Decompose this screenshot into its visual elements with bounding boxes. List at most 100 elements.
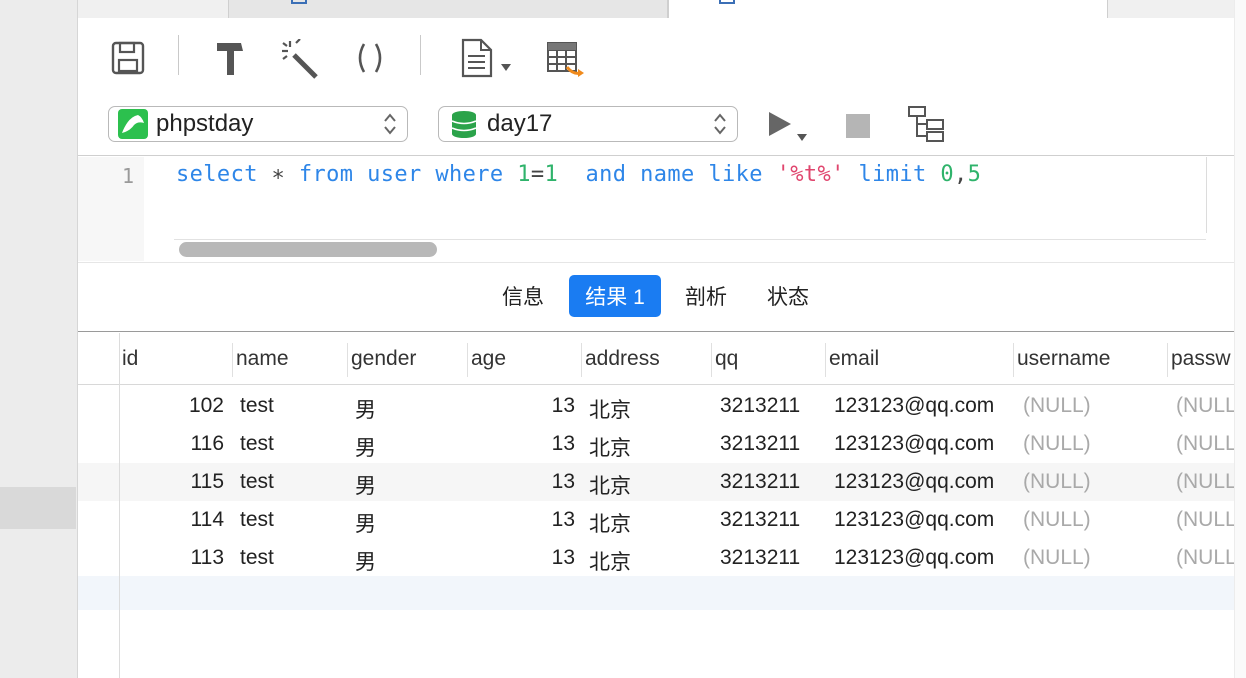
cell-gender[interactable]: 男: [355, 508, 376, 538]
cell-qq[interactable]: 3213211: [720, 470, 800, 494]
cell-name[interactable]: test: [240, 470, 274, 494]
run-button[interactable]: [762, 108, 812, 144]
cell-username[interactable]: (NULL): [1023, 394, 1091, 418]
parentheses-icon[interactable]: [350, 38, 390, 78]
table-export-icon[interactable]: [544, 38, 588, 80]
cell-age[interactable]: 13: [471, 470, 575, 494]
sql-token: 1: [544, 162, 559, 187]
cell-gender[interactable]: 男: [355, 432, 376, 462]
cell-email[interactable]: 123123@qq.com: [834, 470, 994, 494]
tab-strip: [78, 0, 1234, 18]
horizontal-scrollbar[interactable]: [174, 239, 1206, 257]
right-scroll-edge: [1234, 0, 1246, 678]
cell-age[interactable]: 13: [471, 432, 575, 456]
tab-query-1[interactable]: [228, 0, 668, 18]
table-row[interactable]: 114 test 男 13 北京 3213211 123123@qq.com (…: [78, 501, 1234, 539]
cell-address[interactable]: 北京: [589, 432, 631, 462]
cell-id[interactable]: 102: [122, 394, 224, 418]
explain-button[interactable]: [906, 104, 948, 144]
table-row[interactable]: 113 test 男 13 北京 3213211 123123@qq.com (…: [78, 539, 1234, 577]
cell-username[interactable]: (NULL): [1023, 508, 1091, 532]
cell-gender[interactable]: 男: [355, 470, 376, 500]
cell-email[interactable]: 123123@qq.com: [834, 508, 994, 532]
cell-name[interactable]: test: [240, 432, 274, 456]
tab-result-1[interactable]: 结果 1: [569, 275, 661, 317]
column-header-name[interactable]: name: [236, 347, 289, 371]
column-header-id[interactable]: id: [122, 347, 138, 371]
scrollbar-thumb[interactable]: [179, 242, 437, 257]
magic-wand-icon[interactable]: [278, 38, 322, 80]
cell-password[interactable]: (NULL: [1176, 394, 1234, 418]
cell-address[interactable]: 北京: [589, 508, 631, 538]
cell-id[interactable]: 116: [122, 432, 224, 456]
cell-email[interactable]: 123123@qq.com: [834, 546, 994, 570]
document-icon[interactable]: [456, 36, 516, 80]
column-header-address[interactable]: address: [585, 347, 660, 371]
cell-age[interactable]: 13: [471, 394, 575, 418]
cell-name[interactable]: test: [240, 394, 274, 418]
table-row[interactable]: 116 test 男 13 北京 3213211 123123@qq.com (…: [78, 425, 1234, 463]
cell-email[interactable]: 123123@qq.com: [834, 394, 994, 418]
cell-username[interactable]: (NULL): [1023, 546, 1091, 570]
save-icon[interactable]: [108, 38, 148, 78]
build-icon[interactable]: [210, 38, 250, 78]
updown-chevron-icon: [384, 113, 396, 135]
connection-select[interactable]: phpstday: [108, 106, 408, 142]
column-header-password[interactable]: passw: [1171, 347, 1231, 371]
sql-token: =: [530, 162, 545, 187]
cell-qq[interactable]: 3213211: [720, 394, 800, 418]
cell-name[interactable]: test: [240, 508, 274, 532]
cell-email[interactable]: 123123@qq.com: [834, 432, 994, 456]
table-row[interactable]: 102 test 男 13 北京 3213211 123123@qq.com (…: [78, 387, 1234, 425]
cell-password[interactable]: (NULL: [1176, 432, 1234, 456]
database-select[interactable]: day17: [438, 106, 738, 142]
sql-token: '%t%': [776, 162, 845, 187]
sidebar-selected-item[interactable]: [0, 487, 76, 529]
cell-age[interactable]: 13: [471, 546, 575, 570]
column-header-gender[interactable]: gender: [351, 347, 416, 371]
table-icon: [719, 0, 735, 4]
empty-row[interactable]: [78, 576, 1234, 610]
cell-address[interactable]: 北京: [589, 470, 631, 500]
cell-password[interactable]: (NULL: [1176, 546, 1234, 570]
sql-token: from: [298, 162, 354, 187]
cell-password[interactable]: (NULL: [1176, 470, 1234, 494]
cell-username[interactable]: (NULL): [1023, 470, 1091, 494]
sql-token: like: [708, 162, 763, 187]
column-header-email[interactable]: email: [829, 347, 879, 371]
cell-username[interactable]: (NULL): [1023, 432, 1091, 456]
cell-id[interactable]: 114: [122, 508, 224, 532]
tab-profile[interactable]: 剖析: [671, 275, 741, 317]
table-row[interactable]: 115 test 男 13 北京 3213211 123123@qq.com (…: [78, 463, 1234, 501]
cell-password[interactable]: (NULL: [1176, 508, 1234, 532]
tab-query-2[interactable]: [668, 0, 1108, 18]
stop-button[interactable]: [842, 110, 874, 142]
sql-code-line[interactable]: select ∗ from user where 1=1 and name li…: [176, 162, 981, 187]
tab-status[interactable]: 状态: [753, 275, 823, 317]
sql-editor[interactable]: 1 select ∗ from user where 1=1 and name …: [78, 157, 1234, 261]
cell-qq[interactable]: 3213211: [720, 432, 800, 456]
tab-info[interactable]: 信息: [488, 275, 558, 317]
cell-id[interactable]: 113: [122, 546, 224, 570]
cell-address[interactable]: 北京: [589, 394, 631, 424]
cell-address[interactable]: 北京: [589, 546, 631, 576]
cell-age[interactable]: 13: [471, 508, 575, 532]
selector-bar: phpstday day17: [78, 92, 1234, 156]
sql-token: where: [435, 162, 504, 187]
cell-gender[interactable]: 男: [355, 394, 376, 424]
cell-id[interactable]: 115: [122, 470, 224, 494]
cell-gender[interactable]: 男: [355, 546, 376, 576]
line-number: 1: [121, 164, 134, 188]
cell-qq[interactable]: 3213211: [720, 546, 800, 570]
column-header-age[interactable]: age: [471, 347, 506, 371]
cell-name[interactable]: test: [240, 546, 274, 570]
column-header-username[interactable]: username: [1017, 347, 1110, 371]
updown-chevron-icon: [714, 113, 726, 135]
column-header-qq[interactable]: qq: [715, 347, 738, 371]
cell-qq[interactable]: 3213211: [720, 508, 800, 532]
